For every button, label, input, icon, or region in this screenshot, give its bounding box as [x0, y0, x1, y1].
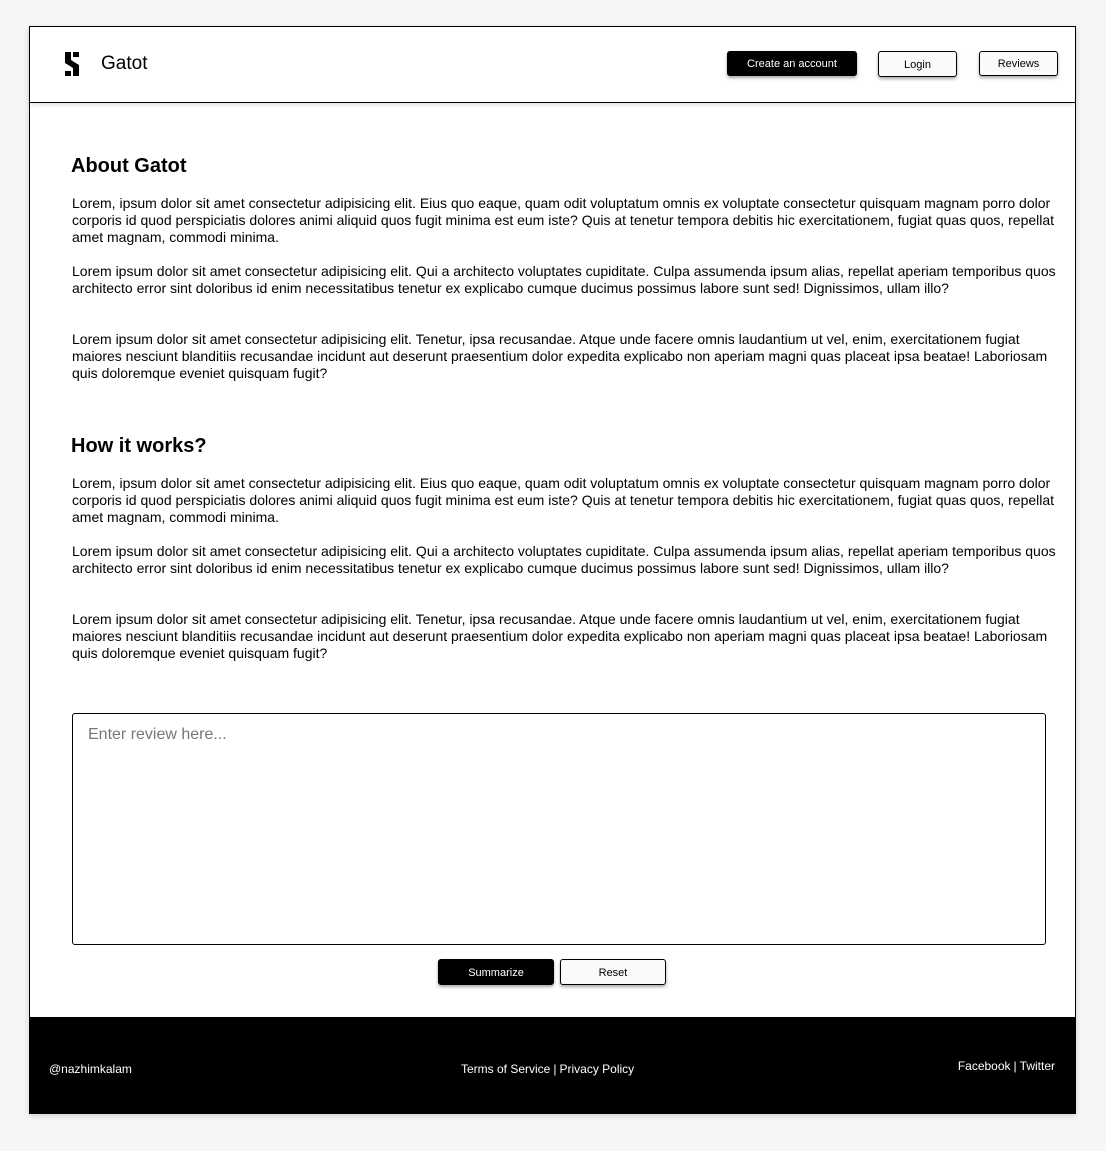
terms-of-service-link[interactable]: Terms of Service	[461, 1062, 550, 1076]
footer-legal-links: Terms of Service | Privacy Policy	[461, 1062, 634, 1076]
footer: @nazhimkalam Terms of Service | Privacy Po…	[29, 1017, 1076, 1114]
footer-social-links: Facebook | Twitter	[958, 1059, 1055, 1073]
how-paragraph-3: Lorem ipsum dolor sit amet consectetur a…	[72, 611, 1048, 661]
review-input[interactable]	[72, 713, 1046, 945]
privacy-policy-link[interactable]: Privacy Policy	[559, 1062, 634, 1076]
twitter-link[interactable]: Twitter	[1020, 1059, 1055, 1073]
brand-logo-icon[interactable]	[62, 51, 82, 77]
how-paragraph-1: Lorem, ipsum dolor sit amet consectetur …	[72, 475, 1055, 525]
create-account-button[interactable]: Create an account	[727, 51, 857, 76]
about-title: About Gatot	[71, 155, 187, 177]
footer-separator: |	[1013, 1059, 1017, 1073]
about-paragraph-3: Lorem ipsum dolor sit amet consectetur a…	[72, 331, 1048, 381]
login-button[interactable]: Login	[878, 51, 957, 77]
footer-handle[interactable]: @nazhimkalam	[49, 1062, 132, 1076]
how-paragraph-2: Lorem ipsum dolor sit amet consectetur a…	[72, 543, 1056, 576]
page-container: Gatot Create an account Login Reviews Ab…	[29, 26, 1076, 1114]
reset-button[interactable]: Reset	[560, 959, 666, 985]
reviews-button[interactable]: Reviews	[979, 51, 1058, 76]
facebook-link[interactable]: Facebook	[958, 1059, 1011, 1073]
about-paragraph-1: Lorem, ipsum dolor sit amet consectetur …	[72, 195, 1055, 245]
how-it-works-title: How it works?	[71, 435, 207, 457]
header-bar: Gatot Create an account Login Reviews	[30, 27, 1075, 103]
about-paragraph-2: Lorem ipsum dolor sit amet consectetur a…	[72, 263, 1056, 296]
brand-name[interactable]: Gatot	[101, 52, 147, 76]
summarize-button[interactable]: Summarize	[438, 959, 554, 985]
